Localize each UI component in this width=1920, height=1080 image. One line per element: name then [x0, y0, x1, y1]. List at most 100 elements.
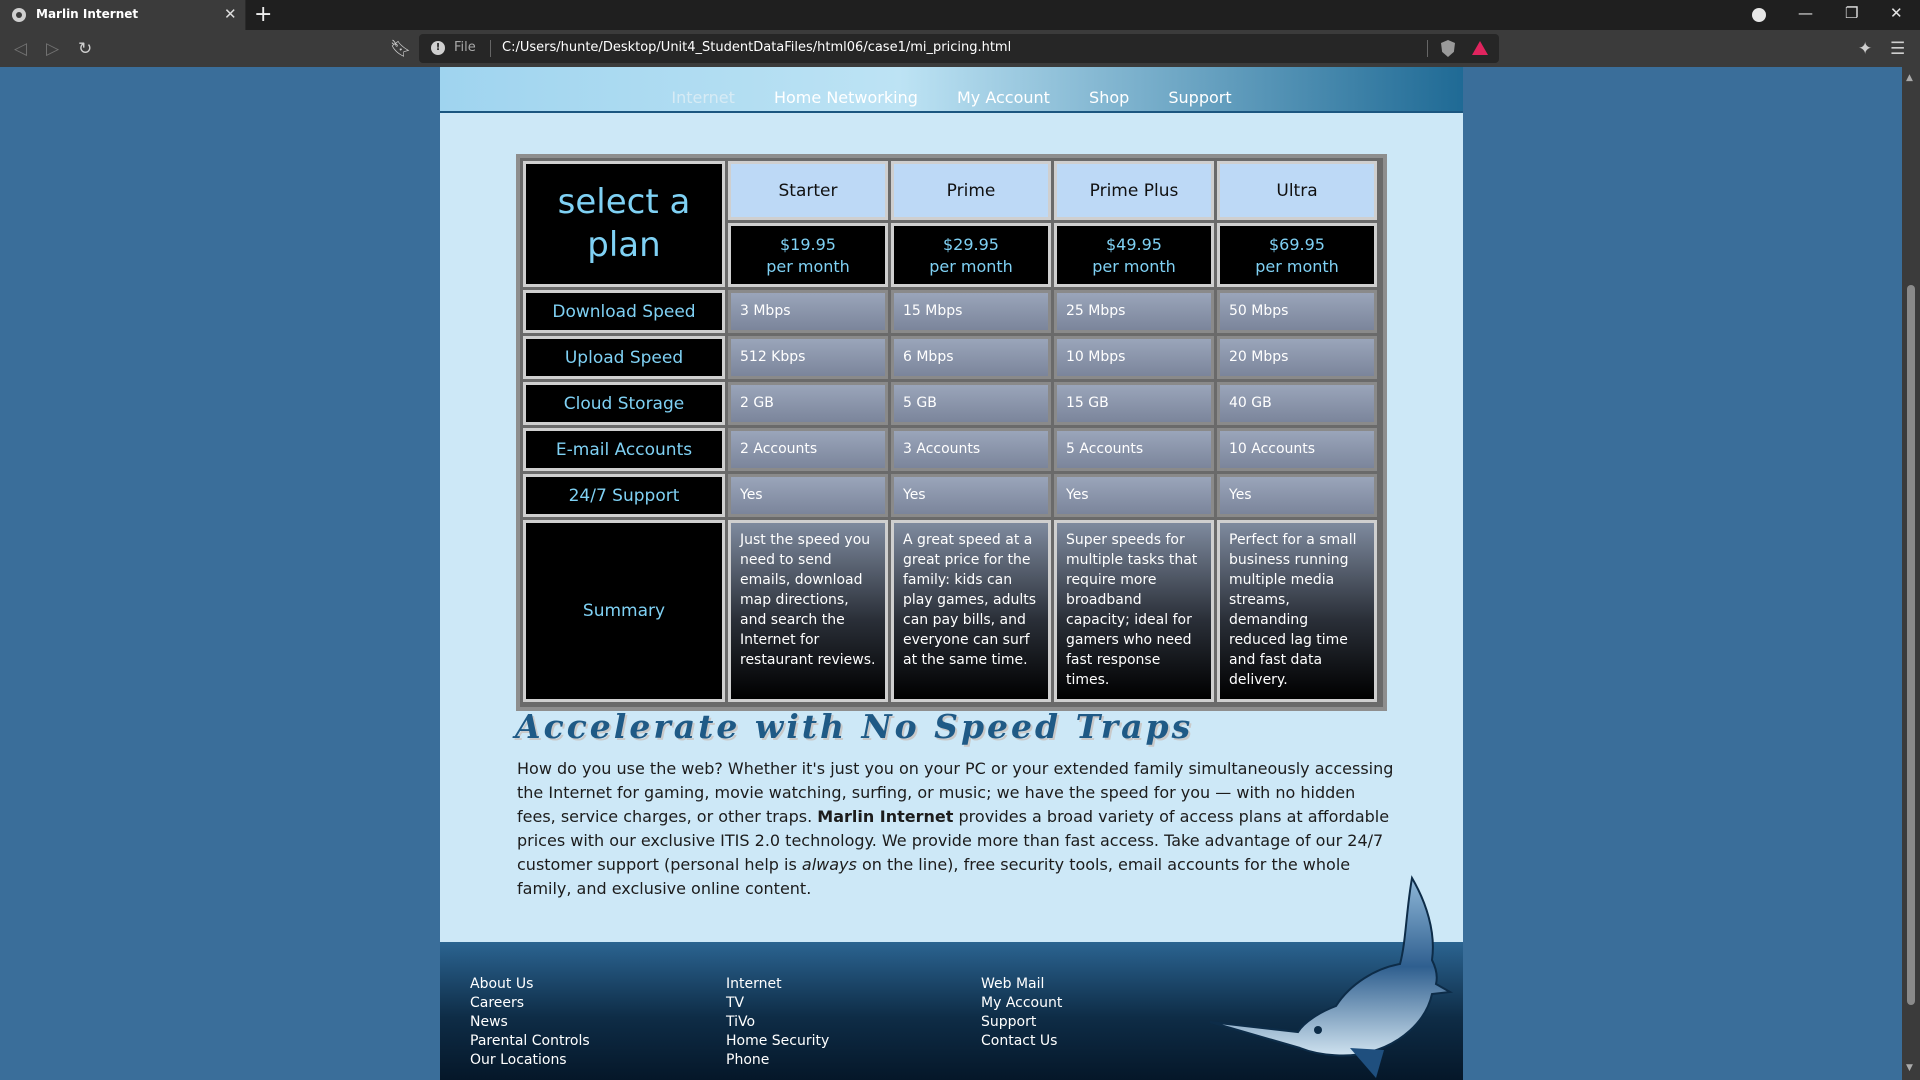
cell-download-prime: 15 Mbps — [891, 290, 1051, 333]
footer-link-web-mail[interactable]: Web Mail — [981, 975, 1062, 994]
footer-link-support[interactable]: Support — [981, 1013, 1062, 1032]
browser-tab[interactable]: Marlin Internet ✕ — [0, 0, 246, 30]
price-period: per month — [1092, 257, 1176, 276]
cell-summary-prime: A great speed at a great price for the f… — [891, 520, 1051, 702]
cell-upload-prime-plus: 10 Mbps — [1054, 336, 1214, 379]
menu-icon[interactable]: ☰ — [1890, 39, 1905, 59]
scroll-down-icon[interactable]: ▼ — [1906, 1063, 1913, 1073]
price-period: per month — [766, 257, 850, 276]
forward-icon[interactable]: ▷ — [46, 39, 59, 59]
cell-storage-ultra: 40 GB — [1217, 382, 1377, 425]
cell-download-starter: 3 Mbps — [728, 290, 888, 333]
url-text[interactable]: C:/Users/hunte/Desktop/Unit4_StudentData… — [502, 40, 1011, 55]
footer-column-account: Web Mail My Account Support Contact Us — [981, 975, 1062, 1051]
vertical-scrollbar[interactable]: ▲ ▼ — [1902, 67, 1920, 1080]
profile-icon[interactable] — [1752, 8, 1766, 22]
footer-link-phone[interactable]: Phone — [726, 1051, 829, 1070]
tagline-heading: Accelerate with No Speed Traps — [515, 707, 1194, 746]
footer-link-home-security[interactable]: Home Security — [726, 1032, 829, 1051]
new-tab-plus-icon[interactable]: + — [254, 2, 272, 27]
cell-storage-prime-plus: 15 GB — [1054, 382, 1214, 425]
cell-email-prime: 3 Accounts — [891, 428, 1051, 471]
restore-icon[interactable]: ❐ — [1845, 4, 1858, 22]
marlin-logo-icon — [1209, 875, 1454, 1078]
price-value: $29.95 — [943, 235, 999, 254]
intro-emphasis: always — [801, 855, 857, 874]
footer-link-about-us[interactable]: About Us — [470, 975, 590, 994]
footer-link-internet[interactable]: Internet — [726, 975, 829, 994]
browser-toolbar: ◁ ▷ ↻ 🔖︎ ! File C:/Users/hunte/Desktop/U… — [0, 30, 1920, 67]
plan-price-prime: $29.95 per month — [891, 223, 1051, 287]
alert-icon[interactable] — [1472, 41, 1488, 55]
puzzle-icon[interactable]: ✦ — [1858, 39, 1872, 59]
price-value: $69.95 — [1269, 235, 1325, 254]
footer-link-parental-controls[interactable]: Parental Controls — [470, 1032, 590, 1051]
footer-link-careers[interactable]: Careers — [470, 994, 590, 1013]
footer-link-news[interactable]: News — [470, 1013, 590, 1032]
cell-download-prime-plus: 25 Mbps — [1054, 290, 1214, 333]
footer-link-contact-us[interactable]: Contact Us — [981, 1032, 1062, 1051]
plan-price-ultra: $69.95 per month — [1217, 223, 1377, 287]
url-divider — [1427, 40, 1428, 57]
cell-email-starter: 2 Accounts — [728, 428, 888, 471]
select-plan-line2: plan — [587, 225, 661, 265]
address-bar[interactable]: ! File C:/Users/hunte/Desktop/Unit4_Stud… — [419, 34, 1499, 63]
cell-support-prime-plus: Yes — [1054, 474, 1214, 517]
row-label-summary: Summary — [523, 520, 725, 702]
cell-support-starter: Yes — [728, 474, 888, 517]
plan-name-ultra: Ultra — [1217, 161, 1377, 220]
footer-column-services: Internet TV TiVo Home Security Phone — [726, 975, 829, 1070]
price-period: per month — [1255, 257, 1339, 276]
info-icon[interactable]: ! — [431, 41, 445, 55]
plan-name-prime: Prime — [891, 161, 1051, 220]
plan-price-prime-plus: $49.95 per month — [1054, 223, 1214, 287]
nav-internet[interactable]: Internet — [671, 88, 735, 107]
price-period: per month — [929, 257, 1013, 276]
reload-icon[interactable]: ↻ — [78, 39, 92, 59]
page-viewport: Internet Home Networking My Account Shop… — [0, 67, 1902, 1080]
plan-name-starter: Starter — [728, 161, 888, 220]
bookmark-icon[interactable]: 🔖︎ — [390, 39, 412, 59]
minimize-icon[interactable]: — — [1798, 4, 1813, 22]
pricing-table: select a plan Starter Prime Prime Plus U… — [516, 154, 1387, 711]
select-plan-line1: select a — [557, 182, 691, 222]
nav-my-account[interactable]: My Account — [957, 88, 1050, 107]
footer-link-tv[interactable]: TV — [726, 994, 829, 1013]
nav-shop[interactable]: Shop — [1089, 88, 1129, 107]
cell-storage-starter: 2 GB — [728, 382, 888, 425]
footer-link-my-account[interactable]: My Account — [981, 994, 1062, 1013]
browser-tab-bar: Marlin Internet ✕ + — ❐ ✕ — [0, 0, 1920, 30]
cell-support-ultra: Yes — [1217, 474, 1377, 517]
row-label-upload: Upload Speed — [523, 336, 725, 379]
row-label-storage: Cloud Storage — [523, 382, 725, 425]
row-label-email: E-mail Accounts — [523, 428, 725, 471]
window-close-icon[interactable]: ✕ — [1890, 4, 1903, 22]
plan-name-prime-plus: Prime Plus — [1054, 161, 1214, 220]
shield-icon[interactable] — [1441, 40, 1455, 57]
row-label-support: 24/7 Support — [523, 474, 725, 517]
nav-support[interactable]: Support — [1168, 88, 1231, 107]
cell-summary-ultra: Perfect for a small business running mul… — [1217, 520, 1377, 702]
favicon-icon — [12, 8, 26, 22]
cell-upload-prime: 6 Mbps — [891, 336, 1051, 379]
nav-home-networking[interactable]: Home Networking — [774, 88, 918, 107]
price-value: $49.95 — [1106, 235, 1162, 254]
back-icon[interactable]: ◁ — [14, 39, 27, 59]
close-icon[interactable]: ✕ — [224, 5, 237, 23]
cell-email-prime-plus: 5 Accounts — [1054, 428, 1214, 471]
cell-summary-starter: Just the speed you need to send emails, … — [728, 520, 888, 702]
intro-brand: Marlin Internet — [817, 807, 954, 826]
scrollbar-thumb[interactable] — [1907, 285, 1915, 1005]
row-label-download: Download Speed — [523, 290, 725, 333]
plan-price-starter: $19.95 per month — [728, 223, 888, 287]
footer-link-tivo[interactable]: TiVo — [726, 1013, 829, 1032]
footer-link-our-locations[interactable]: Our Locations — [470, 1051, 590, 1070]
scroll-up-icon[interactable]: ▲ — [1906, 73, 1913, 83]
cell-email-ultra: 10 Accounts — [1217, 428, 1377, 471]
main-nav: Internet Home Networking My Account Shop… — [440, 88, 1463, 107]
site-footer: About Us Careers News Parental Controls … — [440, 875, 1463, 1080]
price-value: $19.95 — [780, 235, 836, 254]
url-scheme: File — [454, 40, 476, 55]
cell-summary-prime-plus: Super speeds for multiple tasks that req… — [1054, 520, 1214, 702]
page-container: Internet Home Networking My Account Shop… — [440, 67, 1463, 1080]
